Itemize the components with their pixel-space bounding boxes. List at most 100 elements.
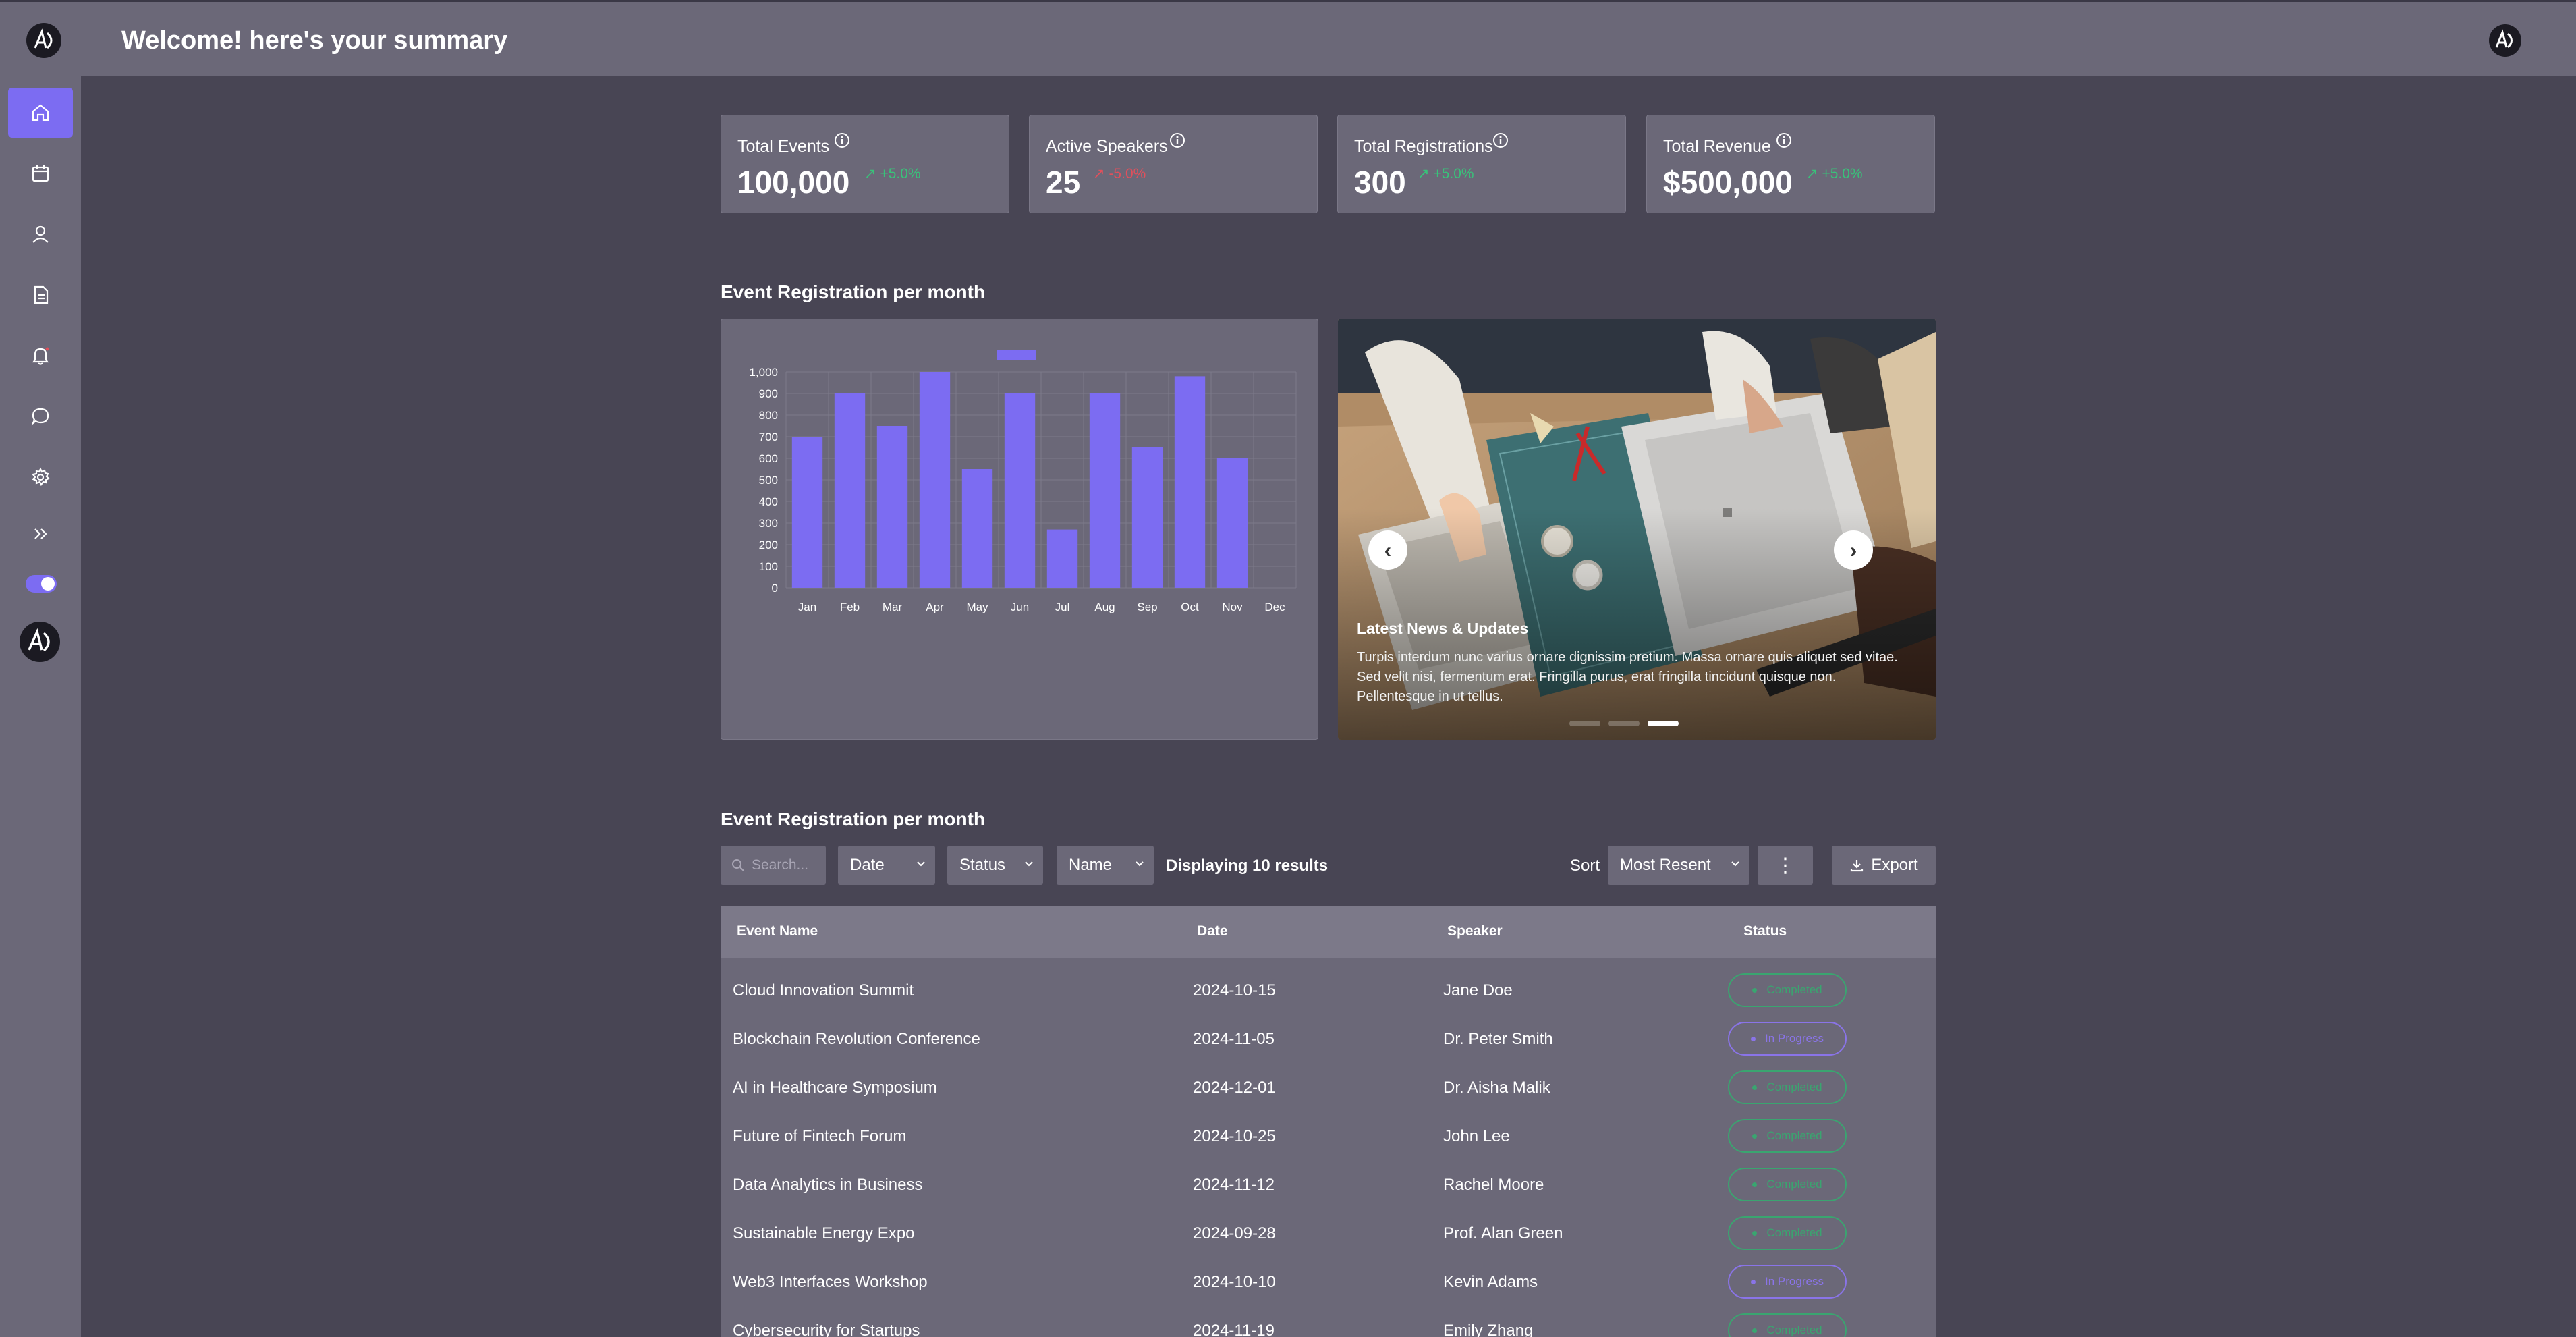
y-tick-label: 600 — [759, 452, 778, 465]
status-dot — [1752, 1328, 1758, 1333]
carousel-next-button[interactable]: › — [1834, 530, 1873, 570]
stat-value: 25 — [1046, 165, 1081, 200]
event-name-cell: Sustainable Energy Expo — [733, 1224, 915, 1243]
sidebar — [0, 76, 81, 1337]
bar-feb[interactable] — [834, 393, 866, 588]
status-badge: Completed — [1728, 1070, 1847, 1104]
date-cell: 2024-12-01 — [1193, 1079, 1276, 1097]
x-tick-label: Aug — [1094, 601, 1115, 613]
y-tick-label: 500 — [759, 474, 778, 487]
status-label: Completed — [1766, 1129, 1822, 1142]
status-dot — [1752, 1182, 1758, 1187]
event-name-cell: Cloud Innovation Summit — [733, 981, 914, 1000]
y-tick-label: 900 — [759, 387, 778, 400]
bar-mar[interactable] — [876, 426, 908, 588]
table-row[interactable]: Future of Fintech Forum 2024-10-25 John Le… — [721, 1112, 1936, 1161]
sidebar-item-home[interactable] — [8, 88, 73, 138]
bar-nov[interactable] — [1216, 458, 1248, 588]
carousel-prev-button[interactable]: ‹ — [1368, 530, 1407, 570]
sidebar-expand-button[interactable] — [8, 509, 73, 559]
date-filter[interactable]: Date — [838, 846, 935, 885]
carousel-dot[interactable] — [1608, 721, 1640, 726]
sidebar-item-notifications[interactable] — [8, 331, 73, 381]
status-label: Completed — [1766, 1178, 1822, 1191]
table-row[interactable]: AI in Healthcare Symposium 2024-12-01 Dr. … — [721, 1064, 1936, 1112]
table-row[interactable]: Blockchain Revolution Conference 2024-11-… — [721, 1015, 1936, 1064]
x-tick-label: Nov — [1222, 601, 1243, 613]
stat-trend: ↗ +5.0% — [864, 166, 921, 182]
bar-aug[interactable] — [1089, 393, 1121, 588]
info-icon[interactable] — [1169, 132, 1186, 149]
speaker-cell: John Lee — [1443, 1127, 1510, 1145]
app-logo[interactable] — [26, 22, 62, 59]
carousel-title: Latest News & Updates — [1357, 620, 1529, 637]
bar-may[interactable] — [961, 469, 993, 588]
sort-value: Most Resent — [1620, 856, 1711, 874]
date-cell: 2024-10-25 — [1193, 1127, 1276, 1145]
info-icon[interactable] — [833, 132, 851, 149]
user-avatar[interactable] — [2488, 24, 2522, 57]
user-icon — [32, 225, 49, 243]
table-row[interactable]: Web3 Interfaces Workshop 2024-10-10 Kevin … — [721, 1258, 1936, 1307]
stat-trend: ↗ +5.0% — [1806, 166, 1863, 182]
top-bar: Welcome! here's your summary — [0, 0, 2576, 76]
speaker-cell: Dr. Peter Smith — [1443, 1030, 1553, 1048]
status-badge: In Progress — [1728, 1265, 1847, 1299]
y-tick-label: 300 — [759, 517, 778, 530]
column-header-date[interactable]: Date — [1197, 923, 1228, 939]
column-header-status[interactable]: Status — [1743, 923, 1787, 939]
stat-trend: ↗ -5.0% — [1093, 166, 1146, 182]
profile-avatar[interactable] — [19, 621, 61, 663]
chevron-down-icon — [1136, 861, 1144, 867]
date-cell: 2024-11-05 — [1193, 1030, 1275, 1048]
info-icon[interactable] — [1775, 132, 1793, 149]
status-filter[interactable]: Status — [947, 846, 1043, 885]
export-label: Export — [1871, 856, 1918, 874]
news-carousel[interactable]: ‹ › Latest News & Updates Turpis interdu… — [1338, 319, 1936, 740]
name-filter-label: Name — [1069, 856, 1113, 874]
results-count: Displaying 10 results — [1166, 856, 1328, 875]
sort-select[interactable]: Most Resent — [1608, 846, 1749, 885]
info-icon[interactable] — [1492, 132, 1509, 149]
chevron-down-icon — [1731, 861, 1739, 867]
speaker-cell: Jane Doe — [1443, 981, 1513, 1000]
sidebar-item-events[interactable] — [8, 148, 73, 198]
theme-toggle[interactable] — [26, 575, 57, 593]
carousel-dot-active[interactable] — [1648, 721, 1679, 726]
sidebar-item-speakers[interactable] — [8, 209, 73, 259]
sort-label: Sort — [1570, 856, 1600, 875]
x-tick-label: May — [966, 601, 988, 613]
sidebar-item-reports[interactable] — [8, 270, 73, 320]
more-options-button[interactable]: ⋮ — [1758, 846, 1813, 885]
table-row[interactable]: Sustainable Energy Expo 2024-09-28 Prof. A… — [721, 1209, 1936, 1258]
column-header-speaker[interactable]: Speaker — [1447, 923, 1503, 939]
legend-swatch[interactable] — [997, 350, 1036, 360]
x-tick-label: Dec — [1264, 601, 1285, 613]
search-input[interactable]: Search... — [721, 846, 826, 885]
bar-jan[interactable] — [791, 437, 823, 588]
bar-jul[interactable] — [1046, 529, 1078, 588]
x-tick-label: Apr — [926, 601, 944, 613]
download-icon — [1851, 860, 1864, 872]
bar-jun[interactable] — [1004, 393, 1036, 588]
y-tick-label: 700 — [759, 431, 778, 443]
sidebar-item-messages[interactable] — [8, 391, 73, 441]
name-filter[interactable]: Name — [1057, 846, 1154, 885]
bar-sep[interactable] — [1131, 447, 1163, 588]
bar-apr[interactable] — [919, 372, 951, 588]
bar-oct[interactable] — [1174, 376, 1206, 588]
status-dot — [1751, 1279, 1756, 1284]
table-row[interactable]: Data Analytics in Business 2024-11-12 Rach… — [721, 1161, 1936, 1209]
status-badge: In Progress — [1728, 1022, 1847, 1056]
table-row[interactable]: Cloud Innovation Summit 2024-10-15 Jane Do… — [721, 966, 1936, 1015]
table-row[interactable]: Cybersecurity for Startups 2024-11-19 Emil… — [721, 1307, 1936, 1337]
column-header-event-name[interactable]: Event Name — [737, 923, 818, 939]
carousel-dot[interactable] — [1569, 721, 1600, 726]
date-cell: 2024-09-28 — [1193, 1224, 1276, 1243]
x-tick-label: Sep — [1137, 601, 1157, 613]
bell-icon — [32, 347, 49, 365]
document-icon — [34, 285, 49, 304]
event-name-cell: Web3 Interfaces Workshop — [733, 1273, 928, 1291]
export-button[interactable]: Export — [1832, 846, 1936, 885]
sidebar-item-settings[interactable] — [8, 452, 73, 502]
